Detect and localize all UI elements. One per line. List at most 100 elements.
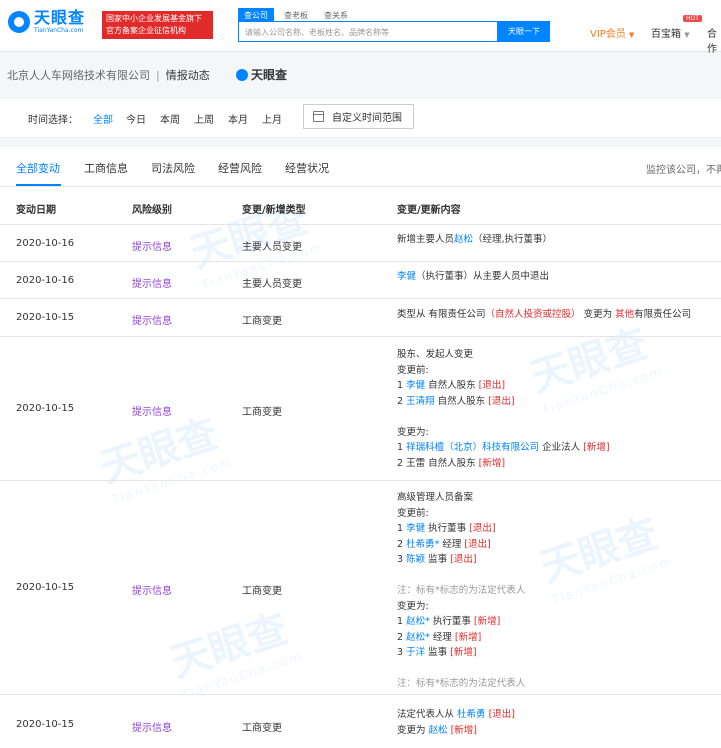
content-line: 1 赵松* 执行董事 [新增] (397, 614, 525, 630)
change-content: 新增主要人员赵松（经理,执行董事） (397, 232, 552, 248)
time-option-this-month[interactable]: 本月 (228, 111, 248, 126)
content-text: 经理 (439, 538, 465, 550)
time-filter: 时间选择： 全部 今日 本周 上周 本月 上月 自定义时间范围 (0, 99, 721, 137)
content-text: 类型从 有限责任公司 (397, 309, 486, 320)
change-type: 工商变更 (242, 586, 282, 597)
risk-level[interactable]: 提示信息 (132, 403, 172, 418)
custom-range-label: 自定义时间范围 (332, 113, 402, 124)
risk-level[interactable]: 提示信息 (132, 312, 172, 327)
content-line: 3 陈颖 监事 [退出] (397, 552, 525, 568)
row-date: 2020-10-15 (16, 719, 75, 730)
site-logo[interactable]: 天眼查 TianYanCha.com (8, 9, 85, 35)
content-text: 变更前: (397, 507, 429, 519)
header-date: 变动日期 (16, 205, 56, 216)
calendar-icon (313, 111, 324, 122)
official-badge[interactable]: 国家中小企业发展基金旗下 官方备案企业征信机构 (102, 11, 213, 39)
monitor-link[interactable]: 监控该公司，不再错过 (646, 161, 721, 176)
risk-level[interactable]: 提示信息 (132, 582, 172, 597)
entity-link[interactable]: 于洋 (406, 647, 425, 658)
entity-link[interactable]: 李健 (397, 271, 416, 282)
tab-all-changes[interactable]: 全部变动 (16, 160, 60, 176)
breadcrumb-logo-text: 天眼查 (251, 68, 288, 82)
eye-logo-icon (8, 11, 30, 33)
content-text: 企业法人 (539, 442, 584, 453)
content-text: 1 (397, 380, 407, 391)
content-text: 经理 (429, 631, 455, 643)
breadcrumb-company[interactable]: 北京人人车网络技术有限公司 (7, 67, 150, 83)
time-option-last-week[interactable]: 上周 (194, 111, 214, 126)
entity-link[interactable]: 陈颖 (406, 554, 425, 565)
content-line: 变更前: (397, 363, 610, 379)
status-tag: [退出] (478, 380, 506, 391)
content-line: 注：标有*标志的为法定代表人 (397, 583, 525, 599)
content-line: 2 赵松* 经理 [新增] (397, 630, 525, 646)
entity-link[interactable]: 赵松 (454, 234, 473, 245)
content-text: 执行董事 (425, 523, 470, 534)
status-tag: [退出] (464, 538, 491, 550)
entity-link[interactable]: 赵松* (406, 616, 430, 627)
row-date: 2020-10-15 (16, 312, 75, 323)
search-button[interactable]: 天眼一下 (498, 21, 550, 42)
entity-link[interactable]: 祥瑞科檀（北京）科技有限公司 (406, 442, 539, 453)
change-content: 股东、发起人变更 变更前: 1 李健 自然人股东 [退出] 2 王清翔 自然人股东 [… (397, 347, 610, 471)
time-option-this-week[interactable]: 本周 (160, 111, 180, 126)
header-type: 变更/新增类型 (242, 205, 306, 216)
row-date: 2020-10-15 (16, 582, 75, 593)
table-row: 2020-10-15 提示信息 工商变更 法定代表人从 杜希勇 [退出] 变更为 赵松 … (0, 695, 721, 748)
content-line: 1 李健 执行董事 [退出] (397, 521, 525, 537)
row-date: 2020-10-16 (16, 275, 75, 286)
entity-link[interactable]: 李健 (406, 380, 425, 391)
change-type: 主要人员变更 (242, 242, 302, 253)
row-date: 2020-10-16 (16, 238, 75, 249)
content-text: 变更为: (397, 600, 429, 612)
changes-panel: 天眼查 TianYanCha.com 天眼查 TianYanCha.com 天眼查 T… (0, 147, 721, 748)
time-option-last-month[interactable]: 上月 (262, 111, 282, 126)
category-tabs: 全部变动 工商信息 司法风险 经营风险 经营状况 监控该公司，不再错过 (0, 147, 721, 187)
custom-range-button[interactable]: 自定义时间范围 (303, 104, 414, 129)
change-content: 李健（执行董事）从主要人员中退出 (397, 269, 549, 285)
logo-subtext: TianYanCha.com (34, 27, 84, 34)
entity-link[interactable]: 杜希勇 (457, 709, 486, 720)
risk-level[interactable]: 提示信息 (132, 275, 172, 290)
entity-link[interactable]: 杜希勇* (406, 539, 439, 550)
content-line: 变更为: (397, 599, 525, 615)
table-row: 2020-10-15 提示信息 工商变更 股东、发起人变更 变更前: 1 李健 自然人股东… (0, 337, 721, 481)
vip-menu[interactable]: VIP会员 ▼ (590, 25, 634, 40)
active-tab-indicator (16, 184, 61, 186)
content-text: 变更为 (397, 724, 429, 736)
treasure-menu[interactable]: 百宝箱 ▼ (651, 25, 690, 40)
content-line: 变更为 赵松 [新增] (397, 723, 515, 739)
tab-operation-status[interactable]: 经营状况 (285, 160, 329, 176)
tab-judicial-risk[interactable]: 司法风险 (151, 160, 195, 176)
table-row: 2020-10-15 提示信息 工商变更 高级管理人员备案 变更前: 1 李健 执行董事 … (0, 481, 721, 695)
status-tag: [新增] (478, 457, 506, 469)
content-line: 2 杜希勇* 经理 [退出] (397, 537, 525, 553)
table-row: 2020-10-15 提示信息 工商变更 类型从 有限责任公司（自然人投资或控股） 变… (0, 299, 721, 337)
logo-text: 天眼查 (34, 8, 86, 27)
content-line: 3 于洋 监事 [新增] (397, 645, 525, 661)
content-text: 监事 (425, 554, 451, 565)
content-line: 2 王清翔 自然人股东 [退出] (397, 394, 610, 410)
content-line: 法定代表人从 杜希勇 [退出] (397, 707, 515, 723)
change-type: 工商变更 (242, 316, 282, 327)
content-line: 高级管理人员备案 (397, 490, 525, 506)
tab-business-info[interactable]: 工商信息 (84, 160, 128, 176)
content-text: 自然人股东 (425, 380, 479, 391)
content-text: 2 (397, 395, 407, 407)
cooperation-menu[interactable]: 合作 (707, 25, 721, 55)
risk-level[interactable]: 提示信息 (132, 719, 172, 734)
status-tag: [新增] (454, 631, 482, 643)
risk-level[interactable]: 提示信息 (132, 238, 172, 253)
content-line: 2 王雷 自然人股东 [新增] (397, 456, 610, 472)
entity-link[interactable]: 赵松 (429, 725, 448, 736)
time-filter-label: 时间选择： (28, 115, 78, 126)
time-option-today[interactable]: 今日 (126, 111, 146, 126)
entity-link[interactable]: 赵松* (406, 632, 430, 643)
time-option-all[interactable]: 全部 (93, 111, 113, 126)
search-input[interactable]: 请输入公司名称、老板姓名、品牌名称等 (238, 21, 498, 42)
entity-link[interactable]: 李健 (406, 523, 425, 534)
status-tag: [退出] (488, 709, 515, 720)
entity-link[interactable]: 王清翔 (406, 396, 435, 407)
tab-operation-risk[interactable]: 经营风险 (218, 160, 262, 176)
content-text: 新增主要人员 (397, 234, 455, 245)
